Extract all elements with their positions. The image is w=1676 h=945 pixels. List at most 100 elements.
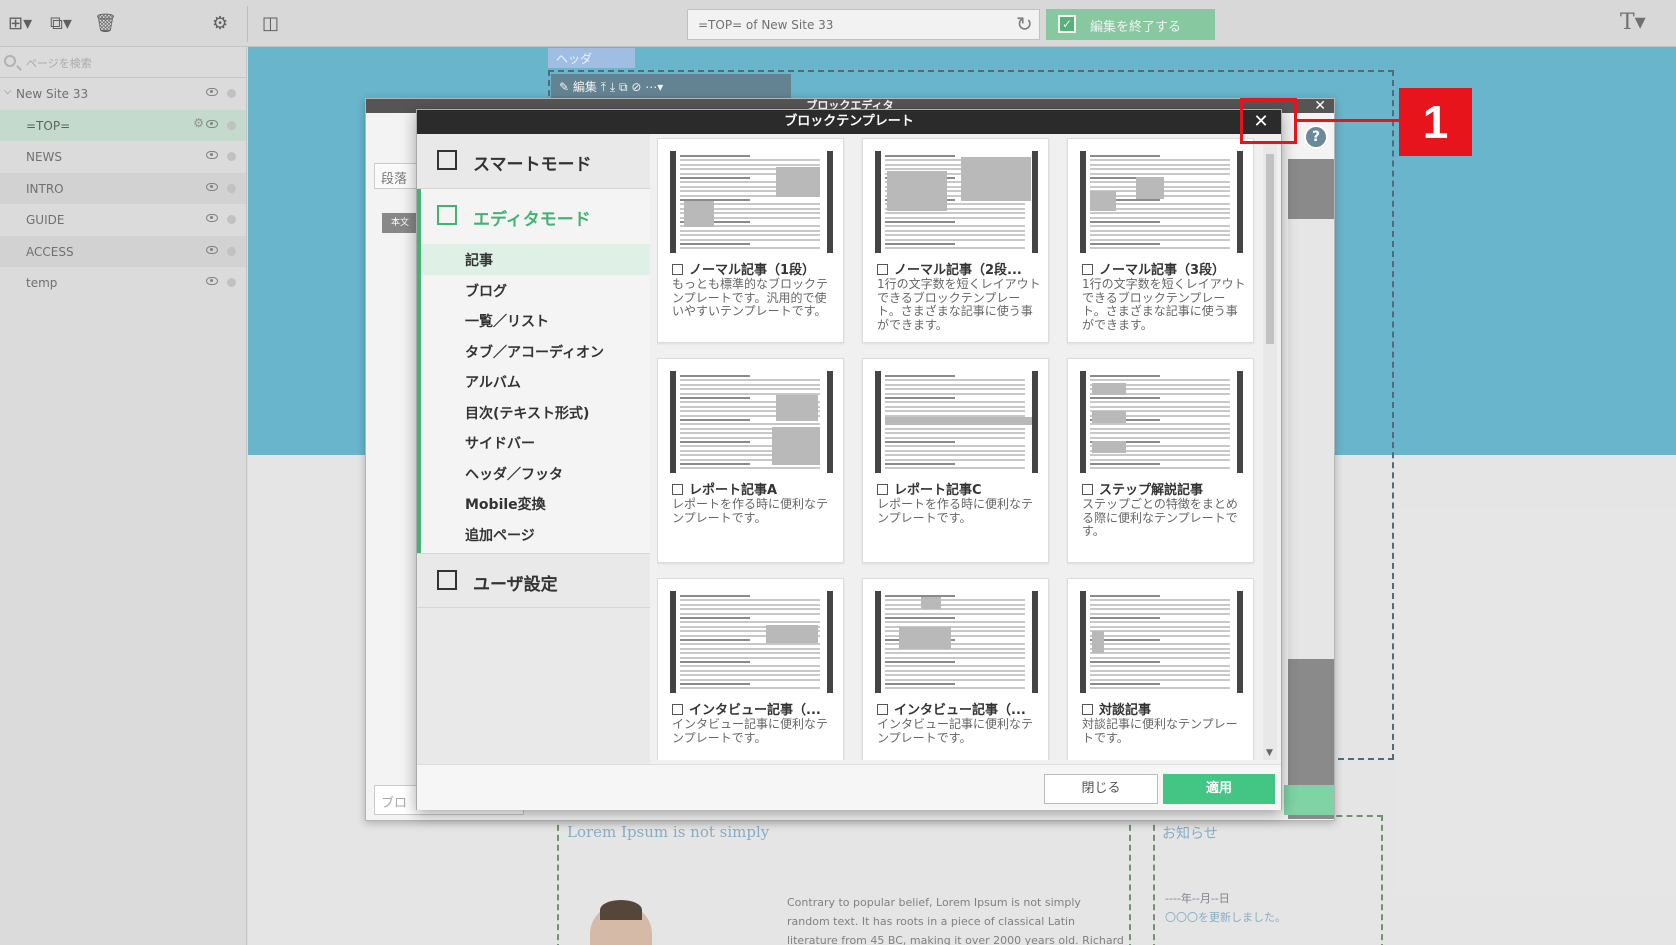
template-card[interactable]: ノーマル記事（1段） もっとも標準的なブロックテンプレートです。汎用的で使いやすい… <box>657 138 844 343</box>
thumbnail-text-line <box>680 617 750 619</box>
thumbnail-text-line <box>1090 656 1230 659</box>
thumbnail-text-line <box>885 392 1025 395</box>
thumbnail-text-line <box>1090 617 1160 619</box>
thumbnail-image <box>776 395 818 421</box>
thumbnail-text-line <box>1090 432 1230 435</box>
template-category-nav: スマートモード エディタモード 記事 ブログ 一覧／リスト タブ／アコーディオン… <box>417 134 650 764</box>
thumbnail-text-line <box>1090 247 1230 250</box>
edit-icon <box>672 484 683 495</box>
thumbnail-text-line <box>1090 238 1230 241</box>
thumbnail-text-line <box>885 234 1025 237</box>
thumbnail-text-line <box>885 405 1025 408</box>
thumbnail-text-line <box>680 612 820 615</box>
thumbnail-text-line <box>1090 647 1230 650</box>
thumbnail-image <box>776 167 820 197</box>
help-icon[interactable]: ? <box>1304 125 1328 149</box>
nav-sub-toc[interactable]: 目次(テキスト形式) <box>421 397 650 428</box>
nav-sub-article[interactable]: 記事 <box>421 244 650 275</box>
template-card[interactable]: インタビュー記事（... インタビュー記事に便利なテンプレートです。 <box>862 578 1049 760</box>
thumbnail-text-line <box>680 397 750 399</box>
thumbnail-text-line <box>885 665 1025 668</box>
thumbnail-text-line <box>680 441 750 443</box>
thumbnail-text-line <box>680 608 820 611</box>
thumbnail-text-line <box>680 656 820 659</box>
thumbnail-image <box>1092 631 1104 653</box>
template-card-title-text: 対談記事 <box>1099 703 1152 718</box>
thumbnail-text-line <box>885 441 955 443</box>
thumbnail-text-line <box>680 678 820 681</box>
thumbnail-text-line <box>885 225 1025 228</box>
thumbnail-image <box>1092 383 1126 395</box>
nav-smart-mode[interactable]: スマートモード <box>417 134 650 189</box>
thumbnail-text-line <box>1090 665 1230 668</box>
thumbnail-image <box>766 625 818 643</box>
scroll-thumb[interactable] <box>1266 154 1274 344</box>
thumbnail-text-line <box>885 621 1025 624</box>
nav-sub-tab-accordion[interactable]: タブ／アコーディオン <box>421 336 650 367</box>
nav-sub-blog[interactable]: ブログ <box>421 275 650 306</box>
template-card[interactable]: ノーマル記事（2段... 1行の文字数を短くレイアウトできるブロックテンプレート。… <box>862 138 1049 343</box>
edit-icon <box>672 264 683 275</box>
block-template-dialog: ブロックテンプレート ✕ スマートモード エディタモード 記事 ブログ 一覧／リ… <box>416 109 1282 810</box>
template-thumbnail <box>875 591 1038 693</box>
scroll-down-icon[interactable]: ▼ <box>1266 748 1273 758</box>
annotation-highlight-box <box>1240 98 1297 144</box>
thumbnail-text-line <box>680 639 750 641</box>
thumbnail-text-line <box>1090 405 1230 408</box>
thumbnail-text-line <box>885 427 1025 430</box>
template-card-title: ノーマル記事（2段... <box>877 259 1042 278</box>
thumbnail-text-line <box>885 603 1025 606</box>
thumbnail-text-line <box>885 238 1025 241</box>
nav-sub-sidebar[interactable]: サイドバー <box>421 427 650 458</box>
dialog-footer: 閉じる 適用 <box>417 764 1281 810</box>
close-button[interactable]: 閉じる <box>1044 774 1158 804</box>
thumbnail-text-line <box>1090 234 1230 237</box>
nav-sub-header-footer[interactable]: ヘッダ／フッタ <box>421 458 650 489</box>
thumbnail-text-line <box>680 665 820 668</box>
nav-editor-mode[interactable]: エディタモード <box>417 189 650 244</box>
edit-icon <box>1082 484 1093 495</box>
thumbnail-text-line <box>1090 467 1230 470</box>
template-card[interactable]: インタビュー記事（... インタビュー記事に便利なテンプレートです。 <box>657 578 844 760</box>
apply-button[interactable]: 適用 <box>1163 774 1275 804</box>
template-card-title-text: ノーマル記事（3段） <box>1099 263 1226 278</box>
paragraph-button[interactable]: 段落 <box>374 163 422 189</box>
nav-sub-mobile[interactable]: Mobile変換 <box>421 488 650 519</box>
template-card[interactable]: ステップ解説記事 ステップごとの特徴をまとめる際に便利なテンプレートです。 <box>1067 358 1254 563</box>
thumbnail-text-line <box>1090 159 1230 162</box>
thumbnail-text-line <box>680 647 820 650</box>
template-card-title-text: レポート記事C <box>894 483 982 498</box>
template-card-description: 1行の文字数を短くレイアウトできるブロックテンプレート。さまざまな記事に使う事が… <box>877 277 1041 332</box>
edit-icon <box>877 264 888 275</box>
thumbnail-text-line <box>1090 634 1230 637</box>
thumbnail-image <box>1092 441 1126 453</box>
template-card[interactable]: レポート記事A レポートを作る時に便利なテンプレートです。 <box>657 358 844 563</box>
thumbnail-text-line <box>885 612 1025 615</box>
nav-sub-extra-page[interactable]: 追加ページ <box>421 519 650 550</box>
template-card-title-text: ノーマル記事（1段） <box>689 263 816 278</box>
thumbnail-text-line <box>1090 678 1230 681</box>
thumbnail-text-line <box>1090 163 1230 166</box>
template-thumbnail <box>1080 591 1243 693</box>
thumbnail-text-line <box>680 674 820 677</box>
thumbnail-text-line <box>1090 608 1230 611</box>
thumbnail-text-line <box>680 463 750 465</box>
template-card[interactable]: レポート記事C レポートを作る時に便利なテンプレートです。 <box>862 358 1049 563</box>
nav-sub-album[interactable]: アルバム <box>421 366 650 397</box>
thumbnail-text-line <box>680 383 820 386</box>
thumbnail-text-line <box>885 463 955 465</box>
block-editor-apply-button[interactable] <box>1284 785 1334 815</box>
template-thumbnail <box>670 371 833 473</box>
template-card-description: インタビュー記事に便利なテンプレートです。 <box>877 717 1034 745</box>
nav-user-settings[interactable]: ユーザ設定 <box>417 553 650 608</box>
template-card[interactable]: 対談記事 対談記事に便利なテンプレートです。 <box>1067 578 1254 760</box>
template-card-title-text: インタビュー記事（... <box>689 703 821 718</box>
nav-editor-mode-label: エディタモード <box>473 210 591 230</box>
close-icon[interactable]: ✕ <box>1314 99 1326 113</box>
nav-sub-list[interactable]: 一覧／リスト <box>421 305 650 336</box>
template-scrollbar[interactable]: ▼ <box>1263 144 1277 760</box>
template-card[interactable]: ノーマル記事（3段） 1行の文字数を短くレイアウトできるブロックテンプレート。さま… <box>1067 138 1254 343</box>
thumbnail-text-line <box>885 687 1025 690</box>
edit-icon <box>1082 704 1093 715</box>
thumbnail-text-line <box>885 155 955 157</box>
